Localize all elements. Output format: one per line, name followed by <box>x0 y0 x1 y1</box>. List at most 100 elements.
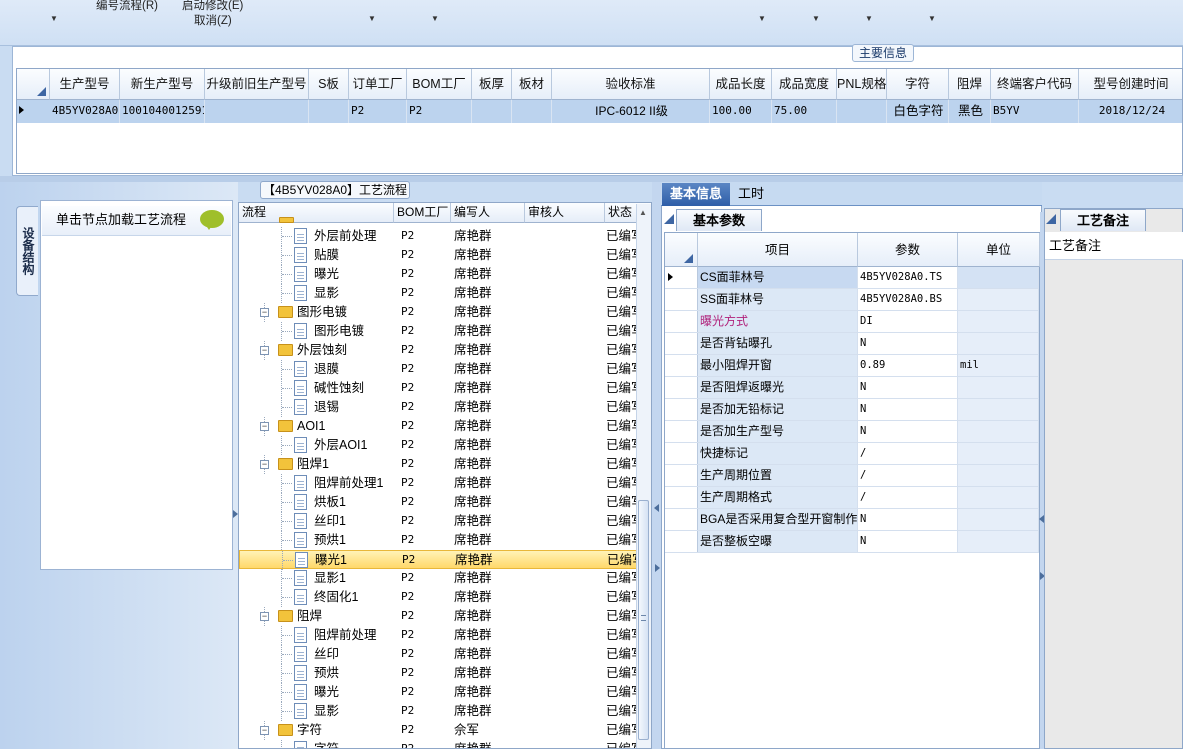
dropdown-arrow-icon[interactable]: ▼ <box>865 14 873 23</box>
column-header[interactable]: 字符 <box>887 69 949 100</box>
flow-row[interactable]: − 阻焊 P2 席艳群 已编写 <box>239 607 637 626</box>
param-value-cell[interactable]: N <box>858 421 958 442</box>
dropdown-arrow-icon[interactable]: ▼ <box>928 14 936 23</box>
flow-row[interactable]: 显影1 P2 席艳群 已编写 <box>239 569 637 588</box>
param-row[interactable]: 是否背钻曝孔 N <box>665 333 1039 355</box>
param-value-cell[interactable]: N <box>858 333 958 354</box>
column-header[interactable]: 新生产型号 <box>120 69 205 100</box>
param-value-cell[interactable]: / <box>858 465 958 486</box>
flow-row[interactable]: 丝印1 P2 席艳群 已编写 <box>239 512 637 531</box>
collapse-toggle-icon[interactable]: − <box>260 612 269 621</box>
param-value-cell[interactable]: N <box>858 377 958 398</box>
vertical-splitter[interactable] <box>652 182 661 749</box>
dropdown-arrow-icon[interactable]: ▼ <box>50 14 58 23</box>
flow-row[interactable]: 预烘1 P2 席艳群 已编写 <box>239 531 637 550</box>
param-row[interactable]: CS面菲林号 4B5YV028A0.TS <box>665 267 1039 289</box>
param-row[interactable]: 曝光方式 DI <box>665 311 1039 333</box>
table-cell[interactable]: 4B5YV028A0 <box>50 100 120 123</box>
param-row[interactable]: 生产周期位置 / <box>665 465 1039 487</box>
flow-row[interactable]: 外层前处理 P2 席艳群 已编写 <box>239 227 637 246</box>
param-value-cell[interactable]: / <box>858 487 958 508</box>
table-cell[interactable]: 白色字符 <box>887 100 949 123</box>
collapse-toggle-icon[interactable]: − <box>260 308 269 317</box>
flow-row[interactable]: 阻焊前处理1 P2 席艳群 已编写 <box>239 474 637 493</box>
param-column-header[interactable]: 单位 <box>958 233 1040 267</box>
param-value-cell[interactable]: N <box>858 509 958 530</box>
flow-row[interactable]: 预烘 P2 席艳群 已编写 <box>239 664 637 683</box>
param-row[interactable]: 是否加生产型号 N <box>665 421 1039 443</box>
cancel-menu[interactable]: 取消(Z) <box>194 12 232 28</box>
flow-row[interactable]: 曝光 P2 席艳群 已编写 <box>239 683 637 702</box>
table-cell[interactable]: 黑色 <box>949 100 991 123</box>
collapse-toggle-icon[interactable]: − <box>260 346 269 355</box>
column-header[interactable]: 成品宽度 <box>772 69 837 100</box>
param-row[interactable]: 最小阻焊开窗 0.89 mil <box>665 355 1039 377</box>
flow-row[interactable]: 外层AOI1 P2 席艳群 已编写 <box>239 436 637 455</box>
flow-row[interactable]: 烘板1 P2 席艳群 已编写 <box>239 493 637 512</box>
column-header[interactable]: BOM工厂 <box>407 69 472 100</box>
flow-row[interactable]: 显影 P2 席艳群 已编写 <box>239 702 637 721</box>
number-flow-menu[interactable]: 编号流程(R) <box>96 0 158 13</box>
param-value-cell[interactable]: N <box>858 399 958 420</box>
tab-basic-params[interactable]: 基本参数 <box>676 209 762 231</box>
scrollbar-thumb[interactable] <box>638 500 649 740</box>
flow-column-header[interactable]: 流程 <box>239 203 394 223</box>
tab-process-memo[interactable]: 工艺备注 <box>1060 209 1146 231</box>
param-value-cell[interactable]: 4B5YV028A0.TS <box>858 267 958 288</box>
table-cell[interactable]: IPC-6012 II级 <box>552 100 710 123</box>
flow-row[interactable]: 终固化1 P2 席艳群 已编写 <box>239 588 637 607</box>
column-header[interactable]: PNL规格 <box>837 69 887 100</box>
param-row[interactable]: 是否阻焊返曝光 N <box>665 377 1039 399</box>
flow-row[interactable]: 曝光1 P2 席艳群 已编写 <box>239 550 638 570</box>
tab-basic-info[interactable]: 基本信息 <box>662 183 730 206</box>
table-cell[interactable] <box>837 100 887 123</box>
table-cell[interactable]: 2018/12/24 <box>1079 100 1182 123</box>
table-cell[interactable] <box>309 100 349 123</box>
flow-row[interactable]: 显影 P2 席艳群 已编写 <box>239 284 637 303</box>
table-cell[interactable] <box>205 100 309 123</box>
param-value-cell[interactable]: 4B5YV028A0.BS <box>858 289 958 310</box>
param-column-header[interactable]: 项目 <box>698 233 858 267</box>
dropdown-arrow-icon[interactable]: ▼ <box>431 14 439 23</box>
table-cell[interactable] <box>512 100 552 123</box>
flow-column-header[interactable]: 审核人 <box>525 203 605 223</box>
param-row[interactable]: 是否加无铅标记 N <box>665 399 1039 421</box>
column-header[interactable]: 订单工厂 <box>349 69 407 100</box>
table-cell[interactable]: 100.00 <box>710 100 772 123</box>
flow-row[interactable]: − 外层蚀刻 P2 席艳群 已编写 <box>239 341 637 360</box>
flow-row[interactable]: − 图形电镀 P2 席艳群 已编写 <box>239 303 637 322</box>
collapse-toggle-icon[interactable]: − <box>260 726 269 735</box>
table-cell[interactable] <box>472 100 512 123</box>
flow-row[interactable]: 丝印 P2 席艳群 已编写 <box>239 645 637 664</box>
param-row[interactable]: 快捷标记 / <box>665 443 1039 465</box>
table-cell[interactable]: 75.00 <box>772 100 837 123</box>
param-row[interactable]: 生产周期格式 / <box>665 487 1039 509</box>
flow-row[interactable]: 贴膜 P2 席艳群 已编写 <box>239 246 637 265</box>
table-cell[interactable]: 10010400125913 <box>120 100 205 123</box>
param-value-cell[interactable]: N <box>858 531 958 552</box>
table-cell[interactable]: B5YV <box>991 100 1079 123</box>
column-header[interactable]: S板 <box>309 69 349 100</box>
flow-row[interactable]: 退膜 P2 席艳群 已编写 <box>239 360 637 379</box>
param-row[interactable]: 是否整板空曝 N <box>665 531 1039 553</box>
param-value-cell[interactable]: DI <box>858 311 958 332</box>
flow-row[interactable]: 阻焊前处理 P2 席艳群 已编写 <box>239 626 637 645</box>
flow-row[interactable]: 字符 P2 席艳群 已编写 <box>239 740 637 748</box>
table-cell[interactable]: P2 <box>349 100 407 123</box>
column-header[interactable]: 成品长度 <box>710 69 772 100</box>
flow-row[interactable]: − 字符 P2 佘军 已编写 <box>239 721 637 740</box>
tab-work-hours[interactable]: 工时 <box>734 183 768 206</box>
scroll-up-icon[interactable]: ▲ <box>639 208 647 217</box>
table-cell[interactable]: P2 <box>407 100 472 123</box>
column-header[interactable]: 阻焊 <box>949 69 991 100</box>
collapse-left-arrow-icon[interactable] <box>654 504 659 512</box>
expand-right-arrow-icon[interactable] <box>655 564 660 572</box>
dropdown-arrow-icon[interactable]: ▼ <box>368 14 376 23</box>
flow-row[interactable]: 碱性蚀刻 P2 席艳群 已编写 <box>239 379 637 398</box>
collapse-toggle-icon[interactable]: − <box>260 422 269 431</box>
flow-row[interactable]: − 阻焊1 P2 席艳群 已编写 <box>239 455 637 474</box>
flow-column-header[interactable]: BOM工厂 <box>394 203 451 223</box>
column-header[interactable]: 终端客户代码 <box>991 69 1079 100</box>
flow-row[interactable]: 曝光 P2 席艳群 已编写 <box>239 265 637 284</box>
dropdown-arrow-icon[interactable]: ▼ <box>758 14 766 23</box>
